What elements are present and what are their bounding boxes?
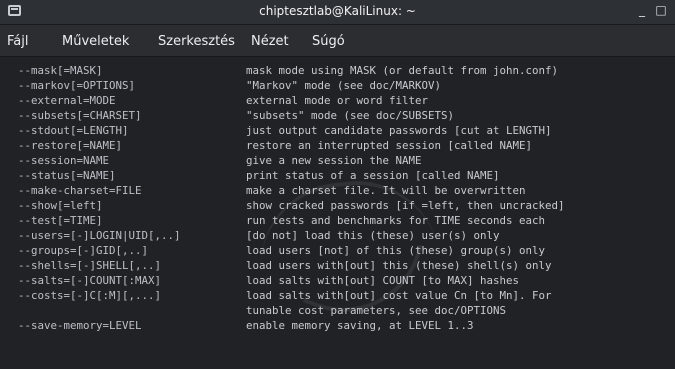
terminal-line: --costs=[-]C[:M][,...] load salts with[ou…	[0, 288, 675, 303]
description-text: tunable cost parameters, see doc/OPTIONS	[246, 304, 507, 317]
terminal-line: --users=[-]LOGIN|UID[,..] [do not] load t…	[0, 228, 675, 243]
terminal-line: --status[=NAME] print status of a session…	[0, 168, 675, 183]
menu-file[interactable]: Fájl	[7, 34, 28, 50]
description-text: external mode or word filter	[246, 94, 429, 107]
description-text: make a charset file. It will be overwrit…	[246, 184, 526, 197]
option-text: --session=NAME	[18, 154, 110, 167]
option-text: --users=[-]LOGIN|UID[,..]	[18, 229, 181, 242]
terminal-line: --external=MODE external mode or word fil…	[0, 93, 675, 108]
option-text: --test[=TIME]	[18, 214, 103, 227]
description-text: just output candidate passwords [cut at …	[246, 124, 552, 137]
window-title: chiptesztlab@KaliLinux: ~	[259, 4, 416, 18]
terminal-line: --markov[=OPTIONS] "Markov" mode (see doc…	[0, 78, 675, 93]
menu-bar: Fájl Műveletek Szerkesztés Nézet Súgó	[0, 25, 675, 57]
terminal-line: --show[=left] show cracked passwords [if …	[0, 198, 675, 213]
menu-actions[interactable]: Műveletek	[62, 34, 129, 50]
option-text: --show[=left]	[18, 199, 103, 212]
description-text: load users [not] of this (these) group(s…	[246, 244, 546, 257]
maximize-button[interactable]: □	[653, 3, 669, 18]
terminal-line: --salts=[-]COUNT[:MAX] load salts with[ou…	[0, 273, 675, 288]
terminal-line: --session=NAME give a new session the NAM…	[0, 153, 675, 168]
option-text: --subsets[=CHARSET]	[18, 109, 142, 122]
terminal-line: --save-memory=LEVEL enable memory saving,…	[0, 318, 675, 333]
menu-view[interactable]: Nézet	[251, 34, 289, 50]
option-text: --markov[=OPTIONS]	[18, 79, 136, 92]
terminal-window: chiptesztlab@KaliLinux: ~ _ □ Fájl Művel…	[0, 0, 675, 369]
option-text: --mask[=MASK]	[18, 64, 103, 77]
description-text: run tests and benchmarks for TIME second…	[246, 214, 546, 227]
menu-help[interactable]: Súgó	[312, 34, 345, 50]
terminal-line: --shells=[-]SHELL[,..] load users with[ou…	[0, 258, 675, 273]
option-text: --status[=NAME]	[18, 169, 116, 182]
option-text: --external=MODE	[18, 94, 116, 107]
title-bar: chiptesztlab@KaliLinux: ~ _ □	[0, 0, 675, 25]
description-text: load salts with[out] cost value Cn [to M…	[246, 289, 552, 302]
description-text: "subsets" mode (see doc/SUBSETS)	[246, 109, 455, 122]
description-text: show cracked passwords [if =left, then u…	[246, 199, 565, 212]
description-text: "Markov" mode (see doc/MARKOV)	[246, 79, 442, 92]
terminal-line: --subsets[=CHARSET] "subsets" mode (see d…	[0, 108, 675, 123]
option-text: --make-charset=FILE	[18, 184, 142, 197]
option-text: --save-memory=LEVEL	[18, 319, 142, 332]
option-text: --costs=[-]C[:M][,...]	[18, 289, 162, 302]
option-text: --stdout[=LENGTH]	[18, 124, 129, 137]
option-text: --shells=[-]SHELL[,..]	[18, 259, 162, 272]
description-text: enable memory saving, at LEVEL 1..3	[246, 319, 474, 332]
terminal-line: tunable cost parameters, see doc/OPTIONS	[0, 303, 675, 318]
terminal-line: --restore[=NAME] restore an interrupted s…	[0, 138, 675, 153]
option-text: --restore[=NAME]	[18, 139, 123, 152]
option-text: --groups=[-]GID[,..]	[18, 244, 149, 257]
option-text: --salts=[-]COUNT[:MAX]	[18, 274, 162, 287]
description-text: mask mode using MASK (or default from jo…	[246, 64, 559, 77]
minimize-button[interactable]: _	[634, 3, 650, 18]
terminal-line: --test[=TIME] run tests and benchmarks fo…	[0, 213, 675, 228]
terminal-line: --stdout[=LENGTH] just output candidate p…	[0, 123, 675, 138]
terminal-output[interactable]: --mask[=MASK] mask mode using MASK (or de…	[0, 57, 675, 369]
description-text: print status of a session [called NAME]	[246, 169, 500, 182]
terminal-line: --make-charset=FILE make a charset file. …	[0, 183, 675, 198]
menu-edit[interactable]: Szerkesztés	[158, 34, 235, 50]
description-text: give a new session the NAME	[246, 154, 422, 167]
terminal-line: --mask[=MASK] mask mode using MASK (or de…	[0, 63, 675, 78]
description-text: restore an interrupted session [called N…	[246, 139, 533, 152]
description-text: load salts with[out] COUNT [to MAX] hash…	[246, 274, 520, 287]
description-text: [do not] load this (these) user(s) only	[246, 229, 500, 242]
terminal-line: --groups=[-]GID[,..] load users [not] of …	[0, 243, 675, 258]
description-text: load users with[out] this (these) shell(…	[246, 259, 552, 272]
